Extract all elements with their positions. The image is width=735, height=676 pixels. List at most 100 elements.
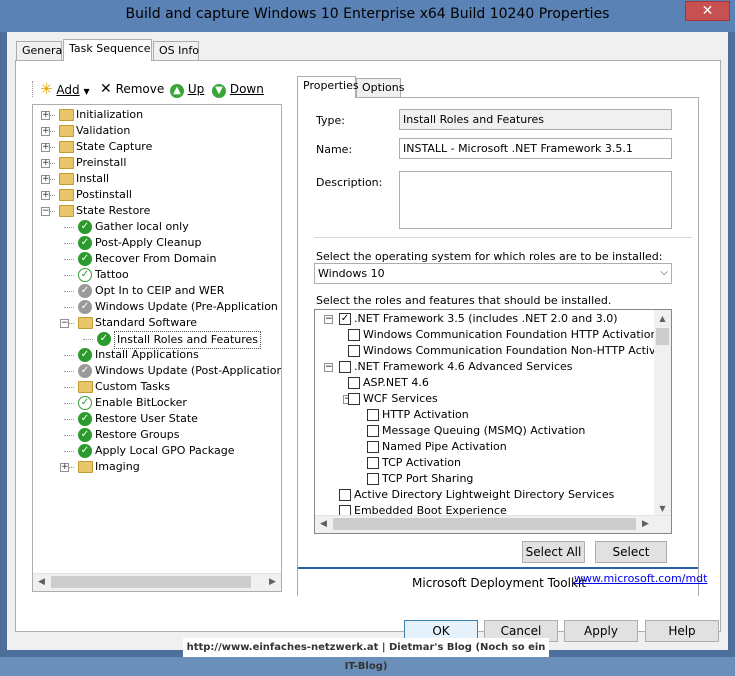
tree-item[interactable]: + Preinstall [33,155,281,171]
mdt-link[interactable]: www.microsoft.com/mdt [574,572,707,585]
tree-item[interactable]: ✓ Enable BitLocker [33,395,281,411]
tab-options[interactable]: Options [356,78,404,97]
os-label: Select the operating system for which ro… [316,250,663,263]
expand-icon[interactable]: + [41,111,50,120]
role-checkbox[interactable] [367,473,379,485]
tree-item[interactable]: ✓ Post-Apply Cleanup [33,235,281,251]
role-item[interactable]: HTTP Activation [315,407,655,423]
role-item[interactable]: ASP.NET 4.6 [315,375,655,391]
role-checkbox[interactable] [367,425,379,437]
task-sequence-tree[interactable]: + Initialization + Validation + State Capture… [32,104,282,592]
window-title: Build and capture Windows 10 Enterprise … [125,6,610,22]
role-checkbox[interactable] [348,329,360,341]
tree-item-label: Enable BitLocker [95,396,187,409]
tab-properties[interactable]: Properties [297,76,359,98]
tree-item[interactable]: + Install [33,171,281,187]
tree-item[interactable]: + Imaging [33,459,281,475]
tree-connector [64,403,74,404]
collapse-icon[interactable]: − [324,363,333,372]
select-all-button[interactable]: Select All [522,541,585,563]
role-checkbox[interactable] [367,441,379,453]
role-checkbox[interactable] [367,457,379,469]
tree-item[interactable]: ✓ Opt In to CEIP and WER [33,283,281,299]
scroll-up-icon[interactable]: ▲ [654,310,671,327]
tree-item[interactable]: ✓ Apply Local GPO Package [33,443,281,459]
role-item[interactable]: −WCF Services [315,391,655,407]
tree-item[interactable]: ✓ Gather local only [33,219,281,235]
tree-item[interactable]: + Postinstall [33,187,281,203]
role-item[interactable]: Active Directory Lightweight Directory S… [315,487,655,503]
role-item[interactable]: Windows Communication Foundation Non-HTT… [315,343,671,359]
mdt-footer: Microsoft Deployment Toolkit www.microso… [298,567,707,597]
role-checkbox[interactable] [348,345,360,357]
expand-icon[interactable]: + [41,159,50,168]
tree-item[interactable]: − State Restore [33,203,281,219]
tree-item[interactable]: ✓ Install Roles and Features [33,331,281,349]
remove-button[interactable]: ✕ Remove [100,79,164,99]
tree-item[interactable]: ✓ Recover From Domain [33,251,281,267]
roles-vertical-scrollbar[interactable]: ▲ ▼ [654,310,671,517]
tree-item[interactable]: − Standard Software [33,315,281,331]
role-item[interactable]: − ✓ .NET Framework 3.5 (includes .NET 2.0 … [315,311,655,327]
tree-item[interactable]: + Validation [33,123,281,139]
tree-item[interactable]: ✓ Restore User State [33,411,281,427]
tree-item[interactable]: + Initialization [33,107,281,123]
role-item[interactable]: − .NET Framework 4.6 Advanced Services [315,359,655,375]
scroll-left-icon[interactable]: ◀ [33,574,50,591]
collapse-icon[interactable]: − [41,207,50,216]
tree-item[interactable]: ✓Windows Update (Pre-Application Install… [33,299,281,315]
select-none-button[interactable]: Select None [595,541,667,579]
apply-button[interactable]: Apply [564,620,638,642]
help-button[interactable]: Help [645,620,719,642]
os-select[interactable]: Windows 10 ⌵ [314,263,672,284]
tree-item[interactable]: ✓ Restore Groups [33,427,281,443]
expand-icon[interactable]: + [41,175,50,184]
collapse-icon[interactable]: − [324,315,333,324]
expand-icon[interactable]: + [41,191,50,200]
roles-scroll-right-icon[interactable]: ▶ [637,516,654,533]
tree-item[interactable]: ✓Windows Update (Post-Application Instal… [33,363,281,379]
role-checkbox[interactable] [339,489,351,501]
roles-scroll-left-icon[interactable]: ◀ [315,516,332,533]
expand-icon[interactable]: + [41,143,50,152]
role-checkbox[interactable] [339,361,351,373]
tree-item[interactable]: Custom Tasks [33,379,281,395]
scroll-thumb[interactable] [51,576,251,588]
tree-item[interactable]: ✓ Tattoo [33,267,281,283]
role-checkbox[interactable] [348,377,360,389]
tree-item-label: Validation [76,124,131,137]
tab-task-sequence[interactable]: Task Sequence [63,39,152,61]
roles-horizontal-scrollbar[interactable]: ◀ ▶ [315,515,671,533]
tree-item[interactable]: ✓ Install Applications [33,347,281,363]
role-item[interactable]: TCP Port Sharing [315,471,655,487]
tree-item-label: Standard Software [95,316,198,329]
role-checkbox[interactable]: ✓ [339,313,351,325]
tree-connector [64,259,74,260]
collapse-icon[interactable]: − [60,319,69,328]
role-item[interactable]: TCP Activation [315,455,655,471]
role-item[interactable]: Windows Communication Foundation HTTP Ac… [315,327,657,343]
roles-list[interactable]: − ✓ .NET Framework 3.5 (includes .NET 2.0 … [314,309,672,534]
tree-horizontal-scrollbar[interactable]: ◀ ▶ [33,573,281,591]
role-checkbox[interactable] [367,409,379,421]
role-checkbox[interactable] [348,393,360,405]
role-item[interactable]: Named Pipe Activation [315,439,655,455]
roles-label: Select the roles and features that shoul… [316,294,612,307]
roles-scroll-thumb[interactable] [656,328,669,345]
role-item[interactable]: Message Queuing (MSMQ) Activation [315,423,655,439]
roles-hscroll-thumb[interactable] [333,518,636,530]
description-input[interactable] [399,171,672,229]
close-button[interactable]: ✕ [685,1,730,21]
scroll-right-icon[interactable]: ▶ [264,574,281,591]
expand-icon[interactable]: + [41,127,50,136]
add-button[interactable]: ✳ Add ▼ [40,79,90,99]
down-button[interactable]: ▼ Down [212,79,264,99]
tab-general[interactable]: General [16,41,65,60]
down-arrow-icon: ▼ [212,84,226,98]
expand-icon[interactable]: + [60,463,69,472]
tab-os-info[interactable]: OS Info [153,41,199,60]
tree-connector [64,227,74,228]
name-input[interactable]: INSTALL - Microsoft .NET Framework 3.5.1 [399,138,672,159]
up-button[interactable]: ▲ Up [170,79,204,99]
tree-item[interactable]: + State Capture [33,139,281,155]
